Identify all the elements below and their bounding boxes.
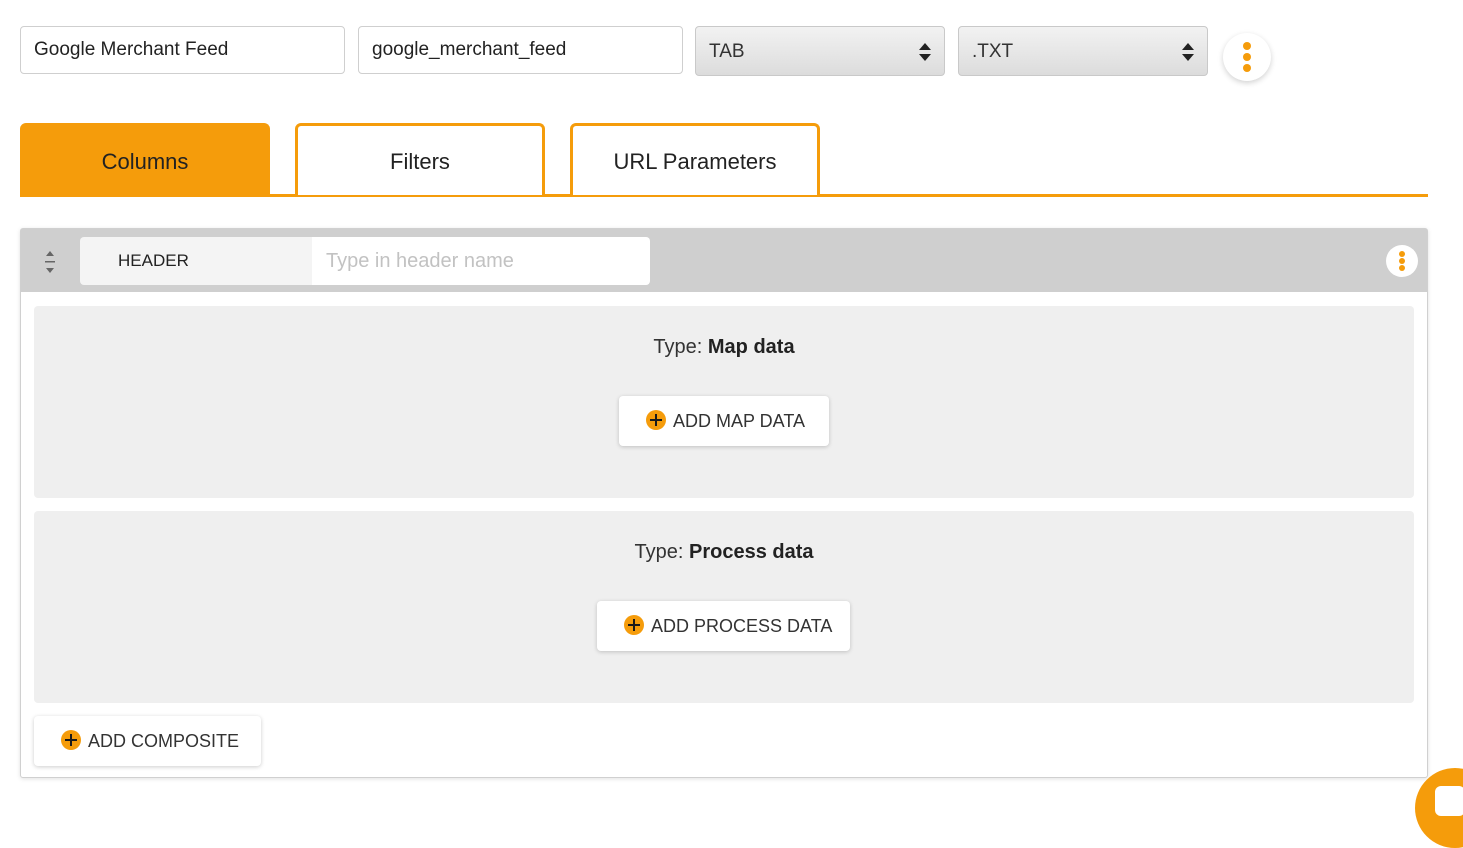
add-process-data-button[interactable]: ADD PROCESS DATA	[597, 601, 850, 651]
column-options-kebab-icon[interactable]	[1386, 245, 1418, 277]
add-composite-button[interactable]: ADD COMPOSITE	[34, 716, 261, 766]
tab-columns[interactable]: Columns	[20, 123, 270, 195]
process-data-type-line: Type: Process data	[34, 541, 1414, 564]
tab-bar: Columns Filters URL Parameters	[20, 123, 1428, 197]
file-extension-value: .TXT	[972, 41, 1014, 62]
header-label: HEADER	[80, 237, 312, 285]
tab-filters[interactable]: Filters	[295, 123, 545, 195]
process-data-section: Type: Process data ADD PROCESS DATA	[34, 511, 1414, 703]
tab-url-parameters[interactable]: URL Parameters	[570, 123, 820, 195]
column-header-bar: HEADER	[21, 229, 1427, 292]
feed-filename-input[interactable]	[358, 26, 683, 74]
select-arrows-icon	[1182, 43, 1194, 61]
file-extension-select[interactable]: .TXT	[958, 26, 1208, 76]
add-process-data-label: ADD PROCESS DATA	[651, 616, 833, 636]
map-data-type-line: Type: Map data	[34, 336, 1414, 359]
plus-circle-icon	[624, 615, 644, 636]
select-arrows-icon	[919, 43, 931, 61]
add-map-data-button[interactable]: ADD MAP DATA	[619, 396, 829, 446]
feed-options-kebab-icon[interactable]	[1223, 33, 1271, 81]
column-panel: HEADER Type: Map data ADD MAP DATA Type:…	[20, 228, 1428, 778]
type-name: Map data	[707, 336, 795, 358]
type-prefix: Type:	[634, 541, 684, 563]
map-data-section: Type: Map data ADD MAP DATA	[34, 306, 1414, 498]
header-name-input[interactable]	[312, 237, 650, 285]
feed-name-input[interactable]	[20, 26, 345, 74]
type-name: Process data	[688, 541, 814, 563]
delimiter-select[interactable]: TAB	[695, 26, 945, 76]
chat-fab-icon[interactable]	[1415, 768, 1463, 848]
plus-circle-icon	[61, 730, 81, 751]
delimiter-value: TAB	[709, 41, 745, 62]
plus-circle-icon	[646, 410, 666, 431]
add-composite-label: ADD COMPOSITE	[88, 731, 240, 751]
sort-arrows-icon[interactable]	[43, 249, 57, 275]
add-map-data-label: ADD MAP DATA	[673, 411, 806, 431]
type-prefix: Type:	[653, 336, 703, 358]
